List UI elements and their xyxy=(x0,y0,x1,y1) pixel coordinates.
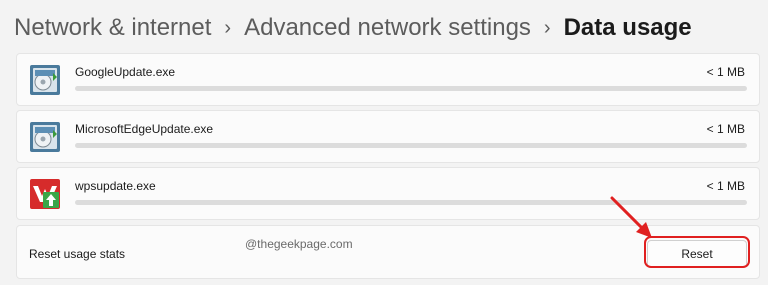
page-title: Data usage xyxy=(563,14,692,41)
app-data-size: < 1 MB xyxy=(706,179,745,193)
breadcrumb-separator: › xyxy=(224,17,232,39)
reset-usage-label: Reset usage stats xyxy=(29,247,126,261)
app-name: GoogleUpdate.exe xyxy=(75,65,176,79)
usage-bar xyxy=(75,143,747,148)
usage-bar xyxy=(75,200,747,205)
usage-bar xyxy=(75,86,747,91)
reset-button[interactable]: Reset xyxy=(647,240,747,268)
app-data-size: < 1 MB xyxy=(706,122,745,136)
app-usage-item: wpsupdate.exe < 1 MB xyxy=(16,167,760,220)
app-data-size: < 1 MB xyxy=(706,65,745,79)
watermark: @thegeekpage.com xyxy=(245,237,353,251)
app-name: MicrosoftEdgeUpdate.exe xyxy=(75,122,214,136)
google-update-app-icon xyxy=(29,64,61,96)
breadcrumb-advanced-network-settings[interactable]: Advanced network settings xyxy=(244,10,531,46)
breadcrumb-separator: › xyxy=(543,17,551,39)
app-usage-item: MicrosoftEdgeUpdate.exe < 1 MB xyxy=(16,110,760,163)
edge-update-app-icon xyxy=(29,121,61,153)
app-name: wpsupdate.exe xyxy=(75,179,156,193)
wps-update-app-icon xyxy=(29,178,61,210)
app-usage-item: GoogleUpdate.exe < 1 MB xyxy=(16,53,760,106)
breadcrumb: Network & internet › Advanced network se… xyxy=(14,10,692,46)
reset-usage-card: Reset usage stats @thegeekpage.com Reset xyxy=(16,225,760,279)
breadcrumb-network-internet[interactable]: Network & internet xyxy=(14,10,211,46)
